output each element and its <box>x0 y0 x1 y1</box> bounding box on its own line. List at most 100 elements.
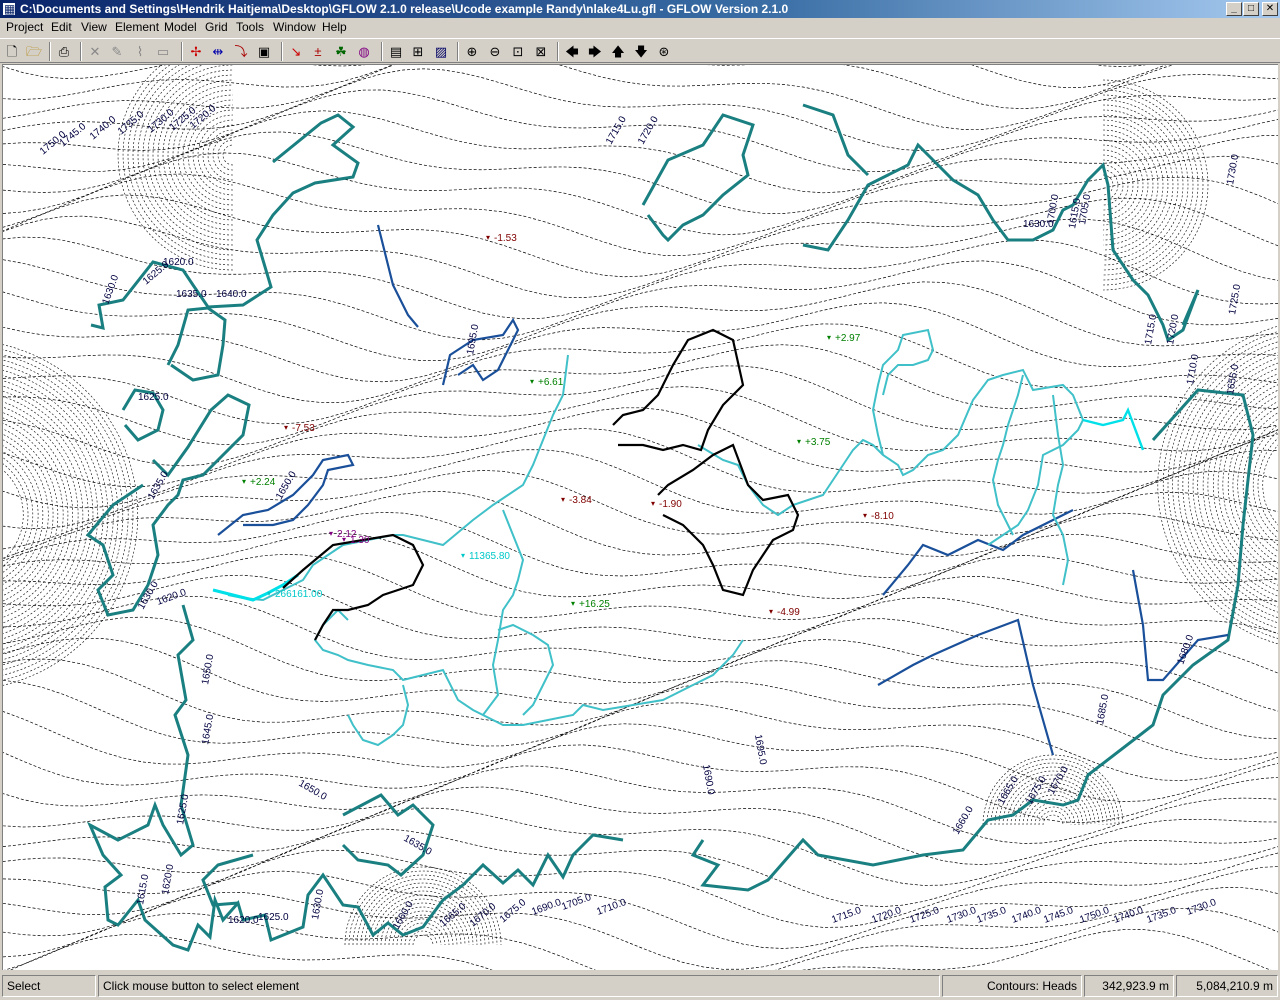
contour-value-label: 1710.0 <box>1185 353 1201 385</box>
zoom-window-icon[interactable]: ⊡ <box>508 42 528 61</box>
contour-value-label: 1630.0 <box>310 888 326 920</box>
contour-value-label: 1750.0 <box>1078 905 1111 926</box>
point-label: 266161.00 <box>275 589 323 600</box>
dense-contour-west <box>3 412 74 618</box>
contour-value-label: 1735.0 <box>116 109 147 137</box>
title-bar[interactable]: C:\Documents and Settings\Hendrik Haitje… <box>0 0 1280 18</box>
menu-project[interactable]: Project <box>6 18 43 37</box>
central-lake-south <box>657 443 800 597</box>
point-marker-icon[interactable]: ▾ <box>329 529 333 538</box>
map-drawing[interactable]: ▾ -1.53 ▾ +6.61 ▾ +2.97 ▾ -7.53 ▾ +3.75 ▾ +2.24 ▾ -3.… <box>3 65 1278 970</box>
menu-edit[interactable]: Edit <box>51 18 72 37</box>
contour-value-label: 1670.0 <box>1046 764 1071 796</box>
menu-model[interactable]: Model <box>164 18 197 37</box>
contour-value-label: 1620.0 <box>155 587 188 608</box>
point-marker-icon[interactable]: ▾ <box>827 333 831 342</box>
point-label: -1.53 <box>494 233 517 244</box>
contour-value-label: 1620.0 <box>228 915 259 926</box>
open-folder-icon[interactable]: 🗁 <box>24 42 44 61</box>
grid-icon[interactable]: ⊞ <box>408 42 428 61</box>
menu-tools[interactable]: Tools <box>236 18 264 37</box>
head-contour-line <box>3 470 1278 550</box>
pan-up-icon[interactable]: 🡅 <box>608 42 628 61</box>
dense-contour-se <box>1030 802 1076 826</box>
solve-icon[interactable]: ▣ <box>254 42 274 61</box>
dense-contour-se <box>1042 814 1064 826</box>
contour-value-label: 1740.0 <box>1010 905 1043 926</box>
point-marker-icon[interactable]: ▾ <box>651 499 655 508</box>
contour-value-label: 1650.0 <box>274 469 299 501</box>
dense-contour-east <box>1227 401 1278 569</box>
contour-value-label: 1735.0 <box>1145 905 1178 926</box>
point-label: -4.99 <box>777 607 800 618</box>
point-marker-icon[interactable]: ▾ <box>342 535 346 544</box>
app-icon[interactable] <box>2 0 16 18</box>
status-contours: Contours: Heads <box>942 975 1082 997</box>
maximize-button[interactable]: □ <box>1243 2 1259 16</box>
point-marker-icon[interactable]: ▾ <box>797 437 801 446</box>
close-button[interactable]: ✕ <box>1262 2 1278 16</box>
point-marker-icon[interactable]: ▾ <box>486 233 490 242</box>
northwest-small-lake <box>166 306 227 382</box>
test-point-icon[interactable]: ± <box>308 42 328 61</box>
point-marker-icon[interactable]: ▾ <box>769 607 773 616</box>
central-stream <box>227 354 569 602</box>
pan-right-icon[interactable]: 🡆 <box>585 42 605 61</box>
point-marker-icon[interactable]: ▾ <box>461 551 465 560</box>
east-stream-e <box>1051 394 1070 586</box>
head-contour-line <box>3 491 1278 559</box>
toolbar-separator <box>381 42 383 61</box>
point-marker-icon[interactable]: ▾ <box>561 495 565 504</box>
head-contour-line <box>3 702 1278 781</box>
status-y-coordinate: 5,084,210.9 m <box>1176 975 1278 997</box>
target-icon[interactable]: ◍ <box>354 42 374 61</box>
menu-element[interactable]: Element <box>115 18 159 37</box>
dense-contour-nw <box>217 139 234 171</box>
menu-window[interactable]: Window <box>273 18 316 37</box>
print-icon[interactable]: ⎙ <box>54 42 74 61</box>
dense-contour-nw <box>142 65 234 246</box>
east-stream-d <box>991 374 1024 536</box>
dense-contour-nw <box>122 65 234 266</box>
contour-value-label: 1720.0 <box>1165 313 1181 345</box>
zoom-extents-icon[interactable]: ⊠ <box>531 42 551 61</box>
pan-down-icon[interactable]: 🡇 <box>631 42 651 61</box>
dense-contour-west <box>3 396 89 634</box>
calculator-icon[interactable]: ▤ <box>386 42 406 61</box>
menu-view[interactable]: View <box>81 18 107 37</box>
toolbar-separator <box>49 42 51 61</box>
point-marker-icon[interactable]: ▾ <box>863 511 867 520</box>
contour-value-label: 1650.0 <box>297 778 329 803</box>
flow-icon[interactable]: ☘ <box>331 42 351 61</box>
stream-icon[interactable]: ⤵ <box>231 42 251 61</box>
contour-icon[interactable]: ▨ <box>431 42 451 61</box>
map-canvas[interactable]: ▾ -1.53 ▾ +6.61 ▾ +2.97 ▾ -7.53 ▾ +3.75 ▾ +2.24 ▾ -3.… <box>2 64 1278 970</box>
menu-help[interactable]: Help <box>322 18 347 37</box>
dense-contour-nw <box>152 74 234 236</box>
pathline-icon[interactable]: ↘ <box>286 42 306 61</box>
contour-value-label: 1615.0 <box>135 873 151 905</box>
contour-value-label: 1720.0 <box>870 905 903 926</box>
delete-icon[interactable]: ✕ <box>85 42 105 61</box>
point-label: -8.10 <box>871 511 894 522</box>
point-marker-icon[interactable]: ▾ <box>242 477 246 486</box>
new-file-icon[interactable]: 🗋 <box>2 42 22 61</box>
zoom-in-icon[interactable]: ⊕ <box>462 42 482 61</box>
pan-center-icon[interactable]: ⊛ <box>654 42 674 61</box>
edit-line-icon[interactable]: ⌇ <box>130 42 150 61</box>
point-marker-icon[interactable]: ▾ <box>571 599 575 608</box>
edit-area-icon[interactable]: ▭ <box>153 42 173 61</box>
point-marker-icon[interactable]: ▾ <box>530 377 534 386</box>
head-contour-line <box>3 616 1278 684</box>
zoom-out-icon[interactable]: ⊖ <box>485 42 505 61</box>
pan-left-icon[interactable]: 🡄 <box>562 42 582 61</box>
menu-grid[interactable]: Grid <box>205 18 228 37</box>
well-icon[interactable]: ✢ <box>186 42 206 61</box>
minimize-button[interactable]: _ <box>1226 2 1242 16</box>
edit-icon[interactable]: ✎ <box>107 42 127 61</box>
linesink-icon[interactable]: ⇹ <box>208 42 228 61</box>
contour-value-label: 1725.0 <box>908 905 941 926</box>
head-contour-line <box>3 574 1278 642</box>
point-marker-icon[interactable]: ▾ <box>267 589 271 598</box>
point-marker-icon[interactable]: ▾ <box>284 423 288 432</box>
